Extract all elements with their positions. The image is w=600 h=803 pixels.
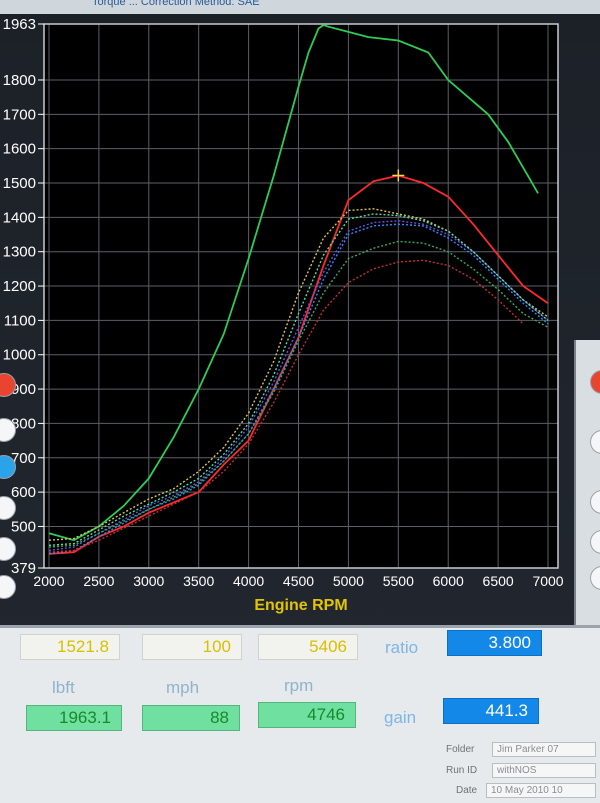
ratio-value[interactable]: 3.800 <box>447 630 542 656</box>
rpm-cursor-value: 5406 <box>258 634 358 660</box>
x-tick-label: 2500 <box>83 573 114 589</box>
run-id-field[interactable]: withNOS <box>492 763 596 778</box>
y-tick-label: 1800 <box>3 72 36 89</box>
x-tick-label: 4000 <box>233 573 264 589</box>
rpm-peak-value: 4746 <box>258 702 356 728</box>
mph-value: 88 <box>142 705 240 731</box>
x-tick-label: 7000 <box>532 573 563 589</box>
y-tick-label: 379 <box>11 560 36 577</box>
rpm-unit-label: rpm <box>284 676 314 695</box>
x-tick-label: 4500 <box>283 573 314 589</box>
mph-unit-label: mph <box>166 678 200 697</box>
y-tick-label: 1400 <box>3 209 36 226</box>
y-tick-label: 600 <box>11 484 36 501</box>
gain-value[interactable]: 441.3 <box>443 698 539 724</box>
y-tick-label: 1000 <box>3 347 36 364</box>
run-id-label: Run ID <box>446 765 478 776</box>
date-label: Date <box>456 785 478 796</box>
series-toggle[interactable] <box>590 490 600 514</box>
right-side-panel <box>574 340 600 640</box>
dyno-chart: 2000 2500 3000 3500 4000 4500 5000 5500 6000 6500… <box>0 10 590 620</box>
ratio-label: ratio <box>385 638 419 657</box>
x-tick-label: 6000 <box>433 573 464 589</box>
x-tick-label: 3500 <box>183 573 214 589</box>
y-tick-label: 1963 <box>3 16 36 33</box>
readout-panel: 1521.8 100 5406 ratio 3.800 lbft mph rpm… <box>0 625 600 803</box>
x-tick-label: 6500 <box>483 573 514 589</box>
date-field[interactable]: 10 May 2010 10 <box>486 783 596 798</box>
folder-field[interactable]: Jim Parker 07 <box>492 742 596 757</box>
torque-peak-value: 1963.1 <box>26 705 122 731</box>
plot-area <box>44 24 558 568</box>
x-tick-label: 2000 <box>33 573 64 589</box>
title-text: Torque ... Correction Method: SAE <box>92 0 260 8</box>
chart-svg: 2000 2500 3000 3500 4000 4500 5000 5500 6000 6500… <box>3 16 564 614</box>
y-tick-label: 1600 <box>3 141 36 158</box>
y-tick-label: 1200 <box>3 278 36 295</box>
torque-unit-label: lbft <box>52 678 75 697</box>
x-tick-label: 5500 <box>383 573 414 589</box>
torque-cursor-value: 1521.8 <box>20 634 120 660</box>
x-tick-label: 3000 <box>133 573 164 589</box>
y-tick-label: 1700 <box>3 106 36 123</box>
y-tick-label: 1300 <box>3 244 36 261</box>
series-toggle[interactable] <box>590 566 600 590</box>
y-tick-label: 1100 <box>4 312 36 329</box>
folder-label: Folder <box>446 744 475 755</box>
y-tick-label: 1500 <box>3 175 36 192</box>
x-tick-label: 5000 <box>333 573 364 589</box>
series-toggle-red[interactable] <box>590 370 600 394</box>
series-toggle[interactable] <box>590 430 600 454</box>
y-tick-label: 500 <box>11 518 36 535</box>
gain-label: gain <box>384 708 417 727</box>
series-toggle[interactable] <box>590 530 600 554</box>
screen: Torque ... Correction Method: SAE 2000 25… <box>0 0 600 803</box>
x-axis-label: Engine RPM <box>254 597 347 614</box>
mph-cursor-value: 100 <box>142 634 242 660</box>
